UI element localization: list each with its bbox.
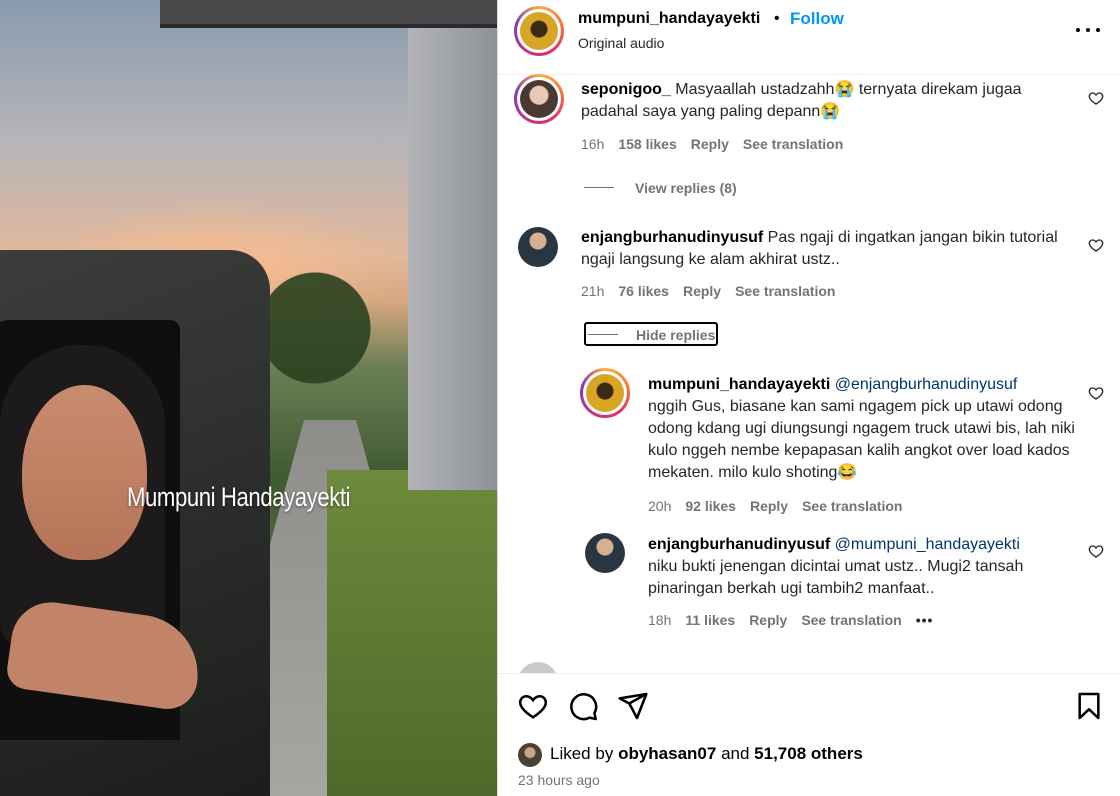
replies-line xyxy=(584,187,614,188)
reply-meta: 20h 92 likes Reply See translation xyxy=(648,498,916,514)
view-replies-button[interactable]: View replies (8) xyxy=(635,180,737,196)
comment-time: 16h xyxy=(581,136,605,152)
reply-text: nggih Gus, biasane kan sami ngagem pick … xyxy=(648,398,1075,481)
reply-avatar[interactable] xyxy=(585,533,625,573)
wall-top xyxy=(160,0,497,28)
video-watermark: Mumpuni Handayayekti xyxy=(127,482,351,512)
post-viewer: Mumpuni Handayayekti mumpuni_handayayekt… xyxy=(0,0,1120,796)
wall xyxy=(408,20,497,490)
reply-button[interactable]: Reply xyxy=(750,498,788,514)
comment-options-icon[interactable]: ••• xyxy=(916,612,934,628)
reply-button[interactable]: Reply xyxy=(749,612,787,628)
hide-replies-button[interactable]: Hide replies xyxy=(636,327,715,343)
liked-prefix: Liked by xyxy=(550,744,614,763)
reply-body: mumpuni_handayayekti @enjangburhanudinyu… xyxy=(648,374,1078,484)
reply-likes[interactable]: 11 likes xyxy=(685,612,735,628)
audio-label[interactable]: Original audio xyxy=(578,35,664,51)
comment-username[interactable]: enjangburhanudinyusuf xyxy=(581,229,763,246)
video-media[interactable]: Mumpuni Handayayekti xyxy=(0,0,497,796)
see-translation-button[interactable]: See translation xyxy=(801,612,901,628)
reply-button[interactable]: Reply xyxy=(683,283,721,299)
comment-body: enjangburhanudinyusuf Pas ngaji di ingat… xyxy=(581,227,1071,271)
comment-time: 21h xyxy=(581,283,605,299)
comment-icon[interactable] xyxy=(567,690,599,722)
comment-username[interactable]: seponigoo_ xyxy=(581,81,671,98)
reply-avatar[interactable] xyxy=(580,368,630,418)
comments-panel: mumpuni_handayayekti • Follow Original a… xyxy=(497,0,1120,796)
replies-line xyxy=(588,334,618,335)
like-reply-icon[interactable] xyxy=(1088,543,1104,559)
reply-time: 18h xyxy=(648,612,672,628)
post-time[interactable]: 23 hours ago xyxy=(518,772,600,788)
reply-mention[interactable]: @enjangburhanudinyusuf xyxy=(835,376,1018,393)
liked-others[interactable]: 51,708 others xyxy=(754,744,863,763)
post-header: mumpuni_handayayekti • Follow Original a… xyxy=(498,0,1120,75)
reply-likes[interactable]: 92 likes xyxy=(685,498,736,514)
reply-username[interactable]: enjangburhanudinyusuf xyxy=(648,536,830,553)
reply-mention[interactable]: @mumpuni_handayayekti xyxy=(835,536,1020,553)
see-translation-button[interactable]: See translation xyxy=(735,283,835,299)
comment-body: seponigoo_ Masyaallah ustadzahh😭 ternyat… xyxy=(581,79,1071,123)
comment-likes[interactable]: 158 likes xyxy=(618,136,676,152)
follow-button[interactable]: Follow xyxy=(790,9,844,29)
see-translation-button[interactable]: See translation xyxy=(743,136,843,152)
liker-avatar[interactable] xyxy=(518,743,542,767)
reply-username[interactable]: mumpuni_handayayekti xyxy=(648,376,830,393)
more-icon[interactable] xyxy=(1076,18,1100,42)
like-comment-icon[interactable] xyxy=(1088,90,1104,106)
likes-summary: Liked by obyhasan07 and 51,708 others xyxy=(550,744,863,764)
person-face xyxy=(22,385,147,560)
author-avatar[interactable] xyxy=(514,6,564,56)
share-icon[interactable] xyxy=(617,690,649,722)
comment-avatar[interactable] xyxy=(514,74,564,124)
author-username[interactable]: mumpuni_handayayekti xyxy=(578,10,760,28)
reply-text: niku bukti jenengan dicintai umat ustz..… xyxy=(648,558,1024,597)
bookmark-icon[interactable] xyxy=(1073,690,1105,722)
comment-meta: 21h 76 likes Reply See translation xyxy=(581,283,849,299)
reply-button[interactable]: Reply xyxy=(691,136,729,152)
reply-body: enjangburhanudinyusuf @mumpuni_handayaye… xyxy=(648,534,1078,600)
action-bar: Liked by obyhasan07 and 51,708 others 23… xyxy=(498,673,1120,796)
comment-likes[interactable]: 76 likes xyxy=(618,283,669,299)
heart-icon[interactable] xyxy=(517,690,549,722)
reply-time: 20h xyxy=(648,498,672,514)
liked-and: and xyxy=(721,744,750,763)
like-reply-icon[interactable] xyxy=(1088,385,1104,401)
like-comment-icon[interactable] xyxy=(1088,237,1104,253)
see-translation-button[interactable]: See translation xyxy=(802,498,902,514)
comment-meta: 16h 158 likes Reply See translation xyxy=(581,136,857,152)
liked-user[interactable]: obyhasan07 xyxy=(618,744,716,763)
comment-avatar[interactable] xyxy=(518,227,558,267)
reply-meta: 18h 11 likes Reply See translation ••• xyxy=(648,612,947,628)
grass xyxy=(327,470,497,796)
separator-dot: • xyxy=(774,10,780,27)
